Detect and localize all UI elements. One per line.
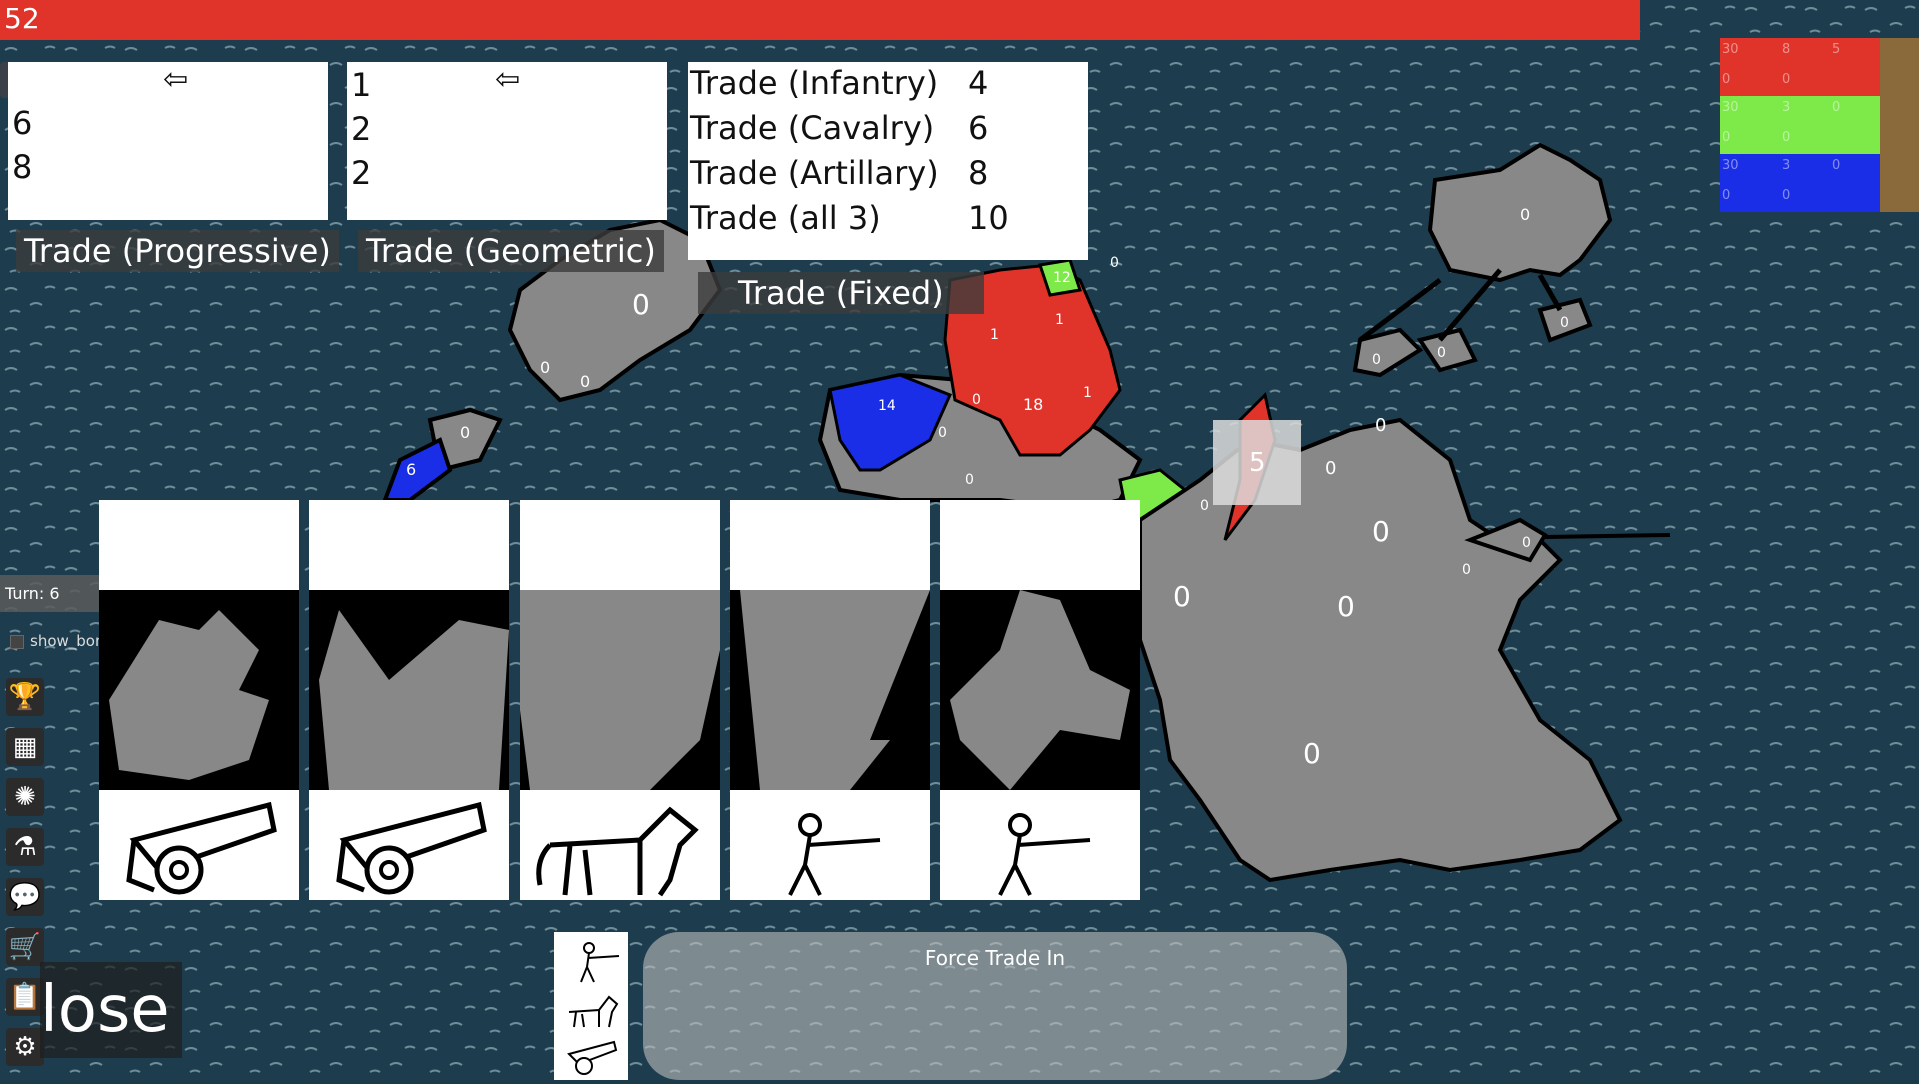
cavalry-icon (568, 995, 619, 1028)
trade-row-value: 8 (968, 154, 989, 192)
artillery-icon (567, 1040, 618, 1075)
territory-troops: 0 (580, 372, 591, 391)
chat-icon[interactable]: 💬 (6, 878, 44, 916)
trade-fixed-panel[interactable]: Trade (Infantry) 4 Trade (Cavalry) 6 Tra… (688, 62, 1088, 260)
infantry-icon (580, 942, 620, 983)
risk-card[interactable] (730, 500, 930, 900)
territory-troops: 0 (1522, 535, 1531, 551)
territory-troops: 0 (1375, 415, 1387, 436)
territory-troops: 0 (1325, 458, 1337, 479)
left-arrow-icon: ⇦ (495, 62, 521, 97)
risk-card[interactable] (940, 500, 1140, 900)
infantry-icon (940, 790, 1140, 900)
unit-legend (554, 932, 628, 1080)
trade-fixed-button[interactable]: Trade (Fixed) (698, 272, 984, 314)
risk-card[interactable] (309, 500, 509, 900)
card-territory-image (730, 590, 930, 790)
territory-troops: 14 (878, 398, 896, 414)
territory-troops: 0 (965, 472, 974, 488)
player-avatar (1880, 154, 1919, 212)
territory-troops: 0 (1173, 580, 1191, 613)
territory-troops: 0 (938, 425, 947, 441)
turn-timer-value: 52 (4, 2, 40, 35)
territory-troops: 0 (540, 358, 551, 377)
territory-troops: 0 (1200, 498, 1209, 514)
territory-troops: 0 (1337, 590, 1355, 623)
selected-territory-marker: 5 (1213, 420, 1301, 505)
turn-timer-bar (0, 0, 1640, 40)
force-trade-in-button[interactable]: Force Trade In (643, 932, 1347, 1080)
card-territory-image (520, 590, 720, 790)
cavalry-icon (520, 790, 720, 900)
trade-value: 2 (351, 110, 372, 148)
trade-row-name: Trade (Artillary) (690, 154, 939, 192)
player-avatar (1880, 38, 1919, 96)
territory-troops: 0 (1560, 315, 1569, 331)
territory-troops: 0 (1462, 562, 1471, 578)
trade-geometric-panel[interactable]: ⇦ 1 2 2 (347, 62, 667, 220)
left-arrow-icon: ⇦ (163, 62, 189, 97)
checkbox-icon[interactable] (10, 634, 24, 649)
territory-troops: 0 (1372, 352, 1381, 368)
player-avatar (1880, 96, 1919, 154)
card-territory-image (940, 590, 1140, 790)
flask-icon[interactable]: ⚗ (6, 828, 44, 866)
trophy-icon[interactable]: 🏆 (6, 678, 44, 716)
trade-row-value: 6 (968, 109, 989, 147)
territory-troops: 0 (972, 392, 981, 408)
territory-troops: 6 (406, 460, 417, 479)
risk-card[interactable] (520, 500, 720, 900)
territory-troops: 1 (990, 327, 999, 343)
territory-troops: 0 (632, 288, 650, 321)
card-territory-image (99, 590, 299, 790)
territory-troops: 0 (1520, 205, 1531, 224)
trade-value: 8 (12, 148, 33, 186)
player-row-blue[interactable]: 30 3 0 0 0 (1720, 154, 1880, 212)
territory-troops: 1 (1055, 312, 1064, 328)
territory-troops: 12 (1053, 270, 1071, 286)
territory-troops: 0 (1437, 345, 1446, 361)
trade-progressive-panel[interactable]: ⇦ 6 8 (8, 62, 328, 220)
trade-value: 6 (12, 104, 33, 142)
player-row-green[interactable]: 30 3 0 0 0 (1720, 96, 1880, 154)
card-territory-image (309, 590, 509, 790)
cart-icon[interactable]: 🛒 (6, 928, 44, 966)
infantry-icon (730, 790, 930, 900)
close-button[interactable]: lose (40, 962, 182, 1058)
trade-row-value: 10 (968, 199, 1009, 237)
territory-troops: 0 (460, 423, 471, 442)
artillery-icon (309, 790, 509, 900)
trade-row-name: Trade (Infantry) (690, 64, 939, 102)
trade-value: 2 (351, 154, 372, 192)
trade-progressive-button[interactable]: Trade (Progressive) (16, 230, 339, 272)
territory-troops: 0 (1372, 515, 1390, 548)
trade-row-name: Trade (Cavalry) (690, 109, 935, 147)
trade-row-value: 4 (968, 64, 989, 102)
artillery-icon (99, 790, 299, 900)
territory-troops: 0 (1303, 737, 1321, 770)
risk-card[interactable] (99, 500, 299, 900)
gear-icon[interactable]: ⚙ (6, 1028, 44, 1066)
player-row-red[interactable]: 30 8 5 0 0 (1720, 38, 1880, 96)
territory-troops: 18 (1023, 395, 1044, 414)
trade-row-name: Trade (all 3) (690, 199, 881, 237)
trade-value: 1 (351, 66, 372, 104)
virus-icon[interactable]: ✺ (6, 778, 44, 816)
trade-geometric-button[interactable]: Trade (Geometric) (358, 230, 664, 272)
clipboard-icon[interactable]: 📋 (6, 978, 44, 1016)
territory-troops: 1 (1083, 385, 1092, 401)
force-trade-in-label: Force Trade In (924, 946, 1066, 970)
calculator-icon[interactable]: ▦ (6, 728, 44, 766)
territory-troops: 0 (1110, 255, 1119, 271)
